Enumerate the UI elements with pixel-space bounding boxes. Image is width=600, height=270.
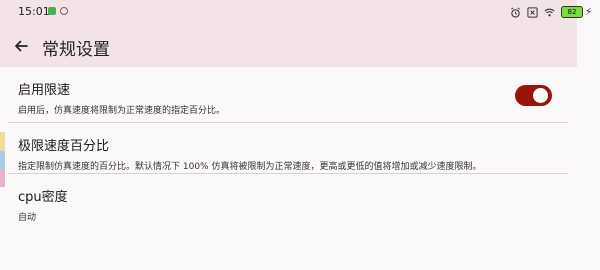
setting-speed-percentage[interactable]: 极限速度百分比 指定限制仿真速度的百分比。默认情况下 100% 仿真将被限制为正…	[18, 135, 558, 172]
divider	[8, 122, 568, 123]
status-time: 15:01	[18, 5, 50, 18]
setting-title: 启用限速	[18, 83, 71, 98]
setting-description: 指定限制仿真速度的百分比。默认情况下 100% 仿真将被限制为正常速度，更高或更…	[18, 162, 482, 172]
setting-enable-speed-limit[interactable]: 启用限速 启用后，仿真速度将限制为正常速度的指定百分比。	[18, 79, 558, 116]
status-left-icons	[48, 7, 68, 15]
toggle-knob	[533, 88, 548, 103]
battery-level: 82	[560, 6, 583, 18]
battery-indicator: 82 ⚡	[560, 6, 592, 18]
back-arrow-icon[interactable]	[12, 37, 30, 55]
app-notification-icon	[48, 7, 56, 15]
setting-title: cpu密度	[18, 190, 68, 205]
divider	[8, 173, 568, 174]
speed-limit-toggle[interactable]	[515, 85, 552, 106]
setting-description: 启用后，仿真速度将限制为正常速度的指定百分比。	[18, 106, 226, 116]
page-title: 常规设置	[42, 40, 110, 60]
setting-title: 极限速度百分比	[18, 139, 110, 154]
setting-cpu-accuracy[interactable]: cpu密度 自动	[18, 186, 558, 223]
wifi-icon	[544, 8, 555, 16]
edge-strip	[0, 132, 5, 151]
setting-description: 自动	[18, 213, 37, 223]
signal-x-icon	[527, 6, 538, 18]
edge-strip	[0, 170, 5, 187]
status-bar: 15:01 82 ⚡	[0, 0, 600, 24]
charging-icon: ⚡	[584, 6, 592, 18]
sync-icon	[60, 7, 68, 15]
status-right-icons: 82 ⚡	[510, 5, 592, 19]
alarm-icon	[511, 7, 520, 18]
edge-strip	[0, 151, 5, 170]
